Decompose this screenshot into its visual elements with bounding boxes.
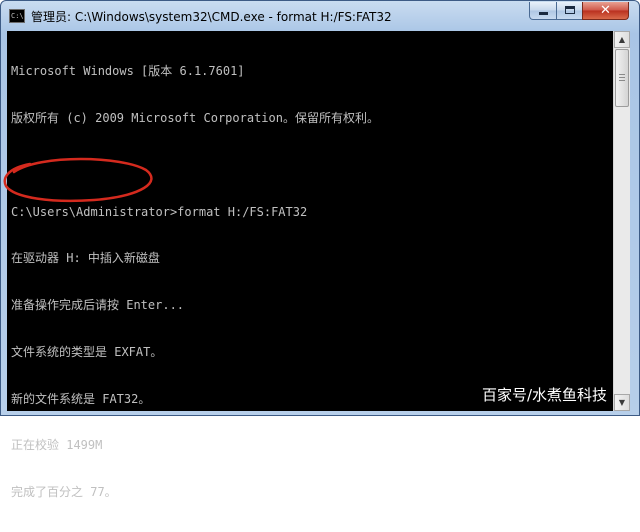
console-line: C:\Users\Administrator>format H:/FS:FAT3… — [11, 204, 308, 219]
console-line: Microsoft Windows [版本 6.1.7601] — [11, 64, 245, 79]
grip-line — [619, 74, 625, 75]
console-line: 准备操作完成后请按 Enter... — [11, 298, 185, 313]
cmd-icon[interactable]: C:\ — [9, 9, 25, 23]
scroll-thumb[interactable] — [615, 49, 629, 107]
grip-line — [619, 77, 625, 78]
scroll-up-arrow-icon[interactable]: ▲ — [614, 31, 630, 48]
console-text: Microsoft Windows [版本 6.1.7601] 版权所有 (c)… — [11, 33, 611, 532]
title-bar[interactable]: C:\ 管理员: C:\Windows\system32\CMD.exe - f… — [1, 1, 639, 31]
console-line: 在驱动器 H: 中插入新磁盘 — [11, 251, 160, 266]
minimize-button[interactable] — [529, 2, 557, 20]
console-line: 版权所有 (c) 2009 Microsoft Corporation。保留所有… — [11, 110, 379, 125]
maximize-button[interactable] — [556, 2, 583, 20]
console-output[interactable]: Microsoft Windows [版本 6.1.7601] 版权所有 (c)… — [7, 31, 613, 499]
cmd-window: C:\ 管理员: C:\Windows\system32\CMD.exe - f… — [0, 0, 640, 499]
scroll-down-arrow-icon[interactable]: ▼ — [614, 394, 630, 411]
minimize-icon — [539, 12, 548, 15]
console-line: 正在校验 1499M — [11, 438, 103, 453]
close-icon: ✕ — [600, 3, 611, 18]
cmd-icon-label: C:\ — [11, 12, 24, 20]
vertical-scrollbar[interactable]: ▲ ▼ — [613, 31, 630, 411]
watermark-text: 百家号/水煮鱼科技 — [482, 386, 608, 404]
console-line: 文件系统的类型是 EXFAT。 — [11, 344, 163, 359]
grip-line — [619, 80, 625, 81]
maximize-icon — [565, 6, 575, 14]
window-title: 管理员: C:\Windows\system32\CMD.exe - forma… — [31, 10, 392, 24]
close-button[interactable]: ✕ — [582, 2, 629, 20]
console-line: 完成了百分之 77。 — [11, 485, 117, 500]
